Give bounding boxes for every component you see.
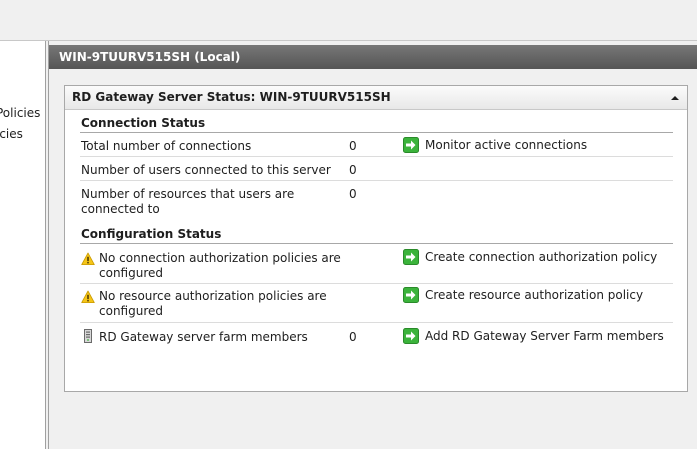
warning-icon [81, 290, 95, 303]
warning-icon [81, 252, 95, 265]
green-arrow-icon [403, 249, 419, 265]
server-farm-label: RD Gateway server farm members [99, 330, 308, 344]
tree-item-policies-2[interactable]: icies [0, 127, 23, 141]
green-arrow-icon [403, 137, 419, 153]
monitor-connections-label: Monitor active connections [425, 138, 588, 152]
row-divider [80, 283, 673, 284]
collapse-up-icon[interactable] [669, 92, 681, 104]
server-header: WIN-9TUURV515SH (Local) [49, 45, 697, 69]
resources-connected-label: Number of resources that users are conne… [81, 187, 295, 216]
green-arrow-icon [403, 328, 419, 344]
connection-status-heading: Connection Status [81, 116, 206, 130]
main-pane: WIN-9TUURV515SH (Local) RD Gateway Serve… [49, 41, 697, 449]
create-rap-label: Create resource authorization policy [425, 288, 644, 302]
users-connected-label: Number of users connected to this server [81, 163, 331, 177]
users-connected-value: 0 [349, 163, 357, 177]
total-connections-value: 0 [349, 139, 357, 153]
tree-item-policies[interactable]: Policies [0, 106, 40, 120]
toolbar-area [0, 0, 697, 41]
section-divider [80, 243, 673, 244]
no-rap-warning-label: No resource authorization policies are c… [99, 289, 327, 318]
create-cap-label: Create connection authorization policy [425, 250, 658, 264]
status-panel: RD Gateway Server Status: WIN-9TUURV515S… [64, 85, 688, 392]
server-farm-value: 0 [349, 330, 357, 344]
row-divider [80, 156, 673, 157]
panel-title: RD Gateway Server Status: WIN-9TUURV515S… [72, 90, 391, 104]
total-connections-label: Total number of connections [81, 139, 252, 153]
green-arrow-icon [403, 287, 419, 303]
no-cap-warning-label: No connection authorization policies are… [99, 251, 341, 280]
row-divider [80, 180, 673, 181]
row-divider [80, 322, 673, 323]
configuration-status-heading: Configuration Status [81, 227, 222, 241]
resources-connected-value: 0 [349, 187, 357, 201]
section-divider [80, 132, 673, 133]
console-tree[interactable]: Policies icies [0, 41, 45, 449]
add-farm-members-label: Add RD Gateway Server Farm members [425, 329, 664, 343]
server-farm-icon [84, 329, 92, 343]
panel-title-bar[interactable]: RD Gateway Server Status: WIN-9TUURV515S… [65, 86, 687, 110]
